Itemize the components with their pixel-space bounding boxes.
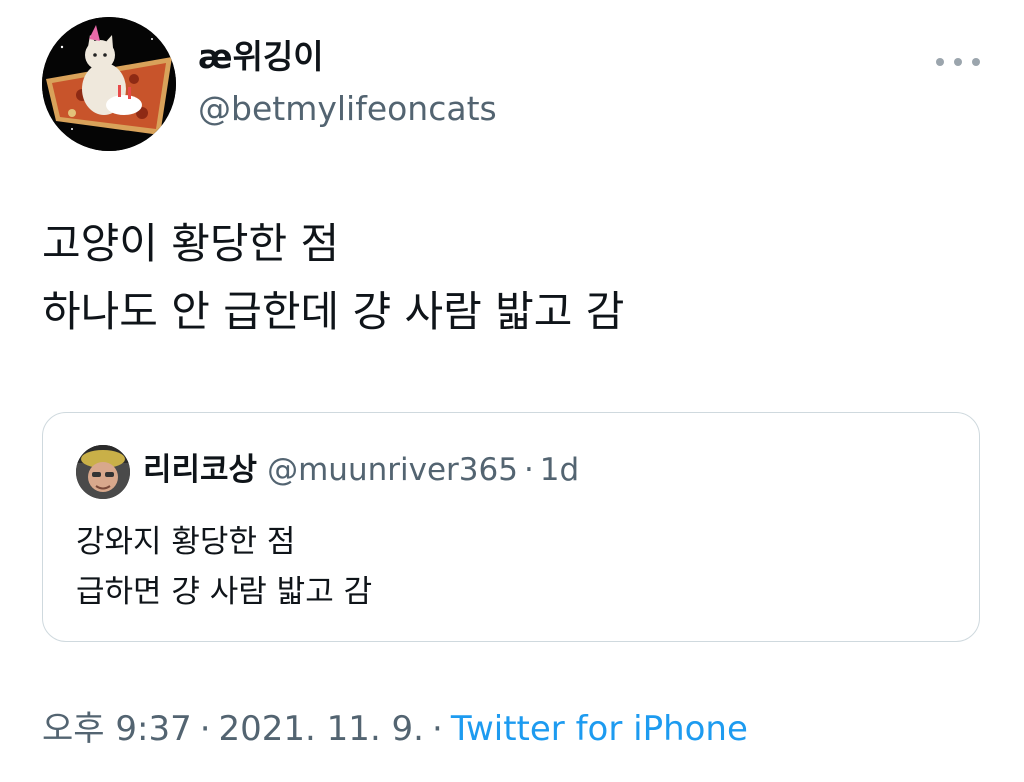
meta-separator: ·	[199, 709, 211, 749]
more-dot	[972, 58, 980, 66]
quote-timestamp[interactable]: 1d	[540, 452, 579, 488]
quote-text-line: 급하면 걍 사람 밟고 감	[76, 574, 373, 610]
author-display-name[interactable]: æ위깅이	[198, 40, 324, 73]
quote-header: 리리코상 @muunriver365 · 1d	[143, 455, 579, 486]
tweet: æ위깅이 @betmylifeoncats 고양이 황당한 점 하나도 안 급한…	[0, 0, 1024, 782]
meta-separator: ·	[432, 709, 443, 749]
cat-on-pizza-avatar-image	[42, 17, 176, 151]
tweet-text-line: 하나도 안 급한데 걍 사람 밟고 감	[42, 287, 625, 336]
quoted-tweet-card[interactable]: 리리코상 @muunriver365 · 1d 강와지 황당한 점 급하면 걍 사람 …	[42, 412, 980, 642]
tweet-source-link[interactable]: Twitter for iPhone	[451, 709, 748, 749]
person-avatar-image	[76, 445, 130, 499]
tweet-text: 고양이 황당한 점 하나도 안 급한데 걍 사람 밟고 감	[42, 210, 624, 346]
more-dot	[936, 58, 944, 66]
tweet-time[interactable]: 오후 9:37	[42, 709, 192, 749]
quote-text-line: 강와지 황당한 점	[76, 524, 296, 560]
quote-author-avatar[interactable]	[76, 445, 130, 499]
author-avatar[interactable]	[42, 17, 176, 151]
author-handle[interactable]: @betmylifeoncats	[198, 92, 497, 125]
quote-text: 강와지 황당한 점 급하면 걍 사람 밟고 감	[76, 517, 372, 617]
tweet-meta: 오후 9:37 · 2021. 11. 9. · Twitter for iPhone	[42, 712, 748, 746]
more-dot	[954, 58, 962, 66]
quote-separator: ·	[523, 452, 534, 488]
tweet-date[interactable]: 2021. 11. 9.	[219, 709, 424, 749]
quote-author-handle[interactable]: @muunriver365	[267, 452, 518, 488]
quote-author-display-name[interactable]: 리리코상	[143, 452, 257, 488]
tweet-text-line: 고양이 황당한 점	[42, 219, 340, 268]
more-icon[interactable]	[936, 50, 980, 74]
